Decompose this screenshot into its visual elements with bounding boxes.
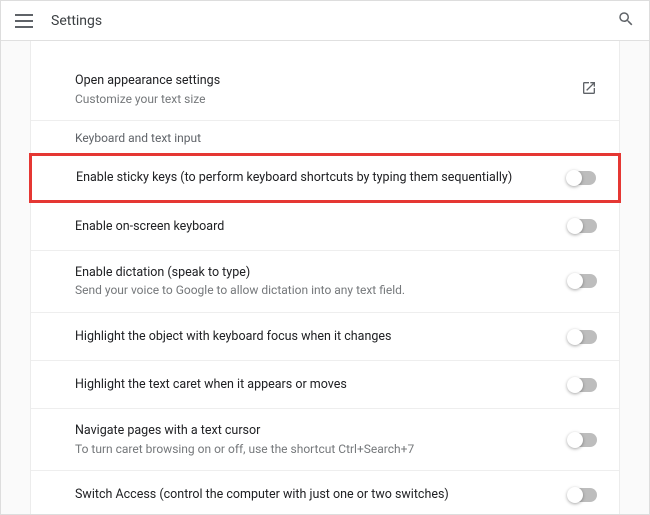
row-title: Enable sticky keys (to perform keyboard … <box>76 169 552 187</box>
open-appearance-settings-row[interactable]: Open appearance settings Customize your … <box>31 59 619 121</box>
switch-access-row[interactable]: Switch Access (control the computer with… <box>31 471 619 514</box>
row-title: Open appearance settings <box>75 72 565 90</box>
row-title: Highlight the text caret when it appears… <box>75 376 553 394</box>
row-title: Highlight the object with keyboard focus… <box>75 328 553 346</box>
row-desc: Customize your text size <box>75 91 565 108</box>
highlight-caret-row[interactable]: Highlight the text caret when it appears… <box>31 361 619 409</box>
external-link-icon[interactable] <box>581 80 597 100</box>
switch-access-toggle[interactable] <box>569 488 597 502</box>
content-area: Open appearance settings Customize your … <box>1 41 649 514</box>
row-title: Switch Access (control the computer with… <box>75 486 553 504</box>
caret-browsing-row[interactable]: Navigate pages with a text cursor To tur… <box>31 409 619 471</box>
highlight-focus-row[interactable]: Highlight the object with keyboard focus… <box>31 313 619 361</box>
row-desc: Send your voice to Google to allow dicta… <box>75 282 553 299</box>
sticky-keys-row[interactable]: Enable sticky keys (to perform keyboard … <box>29 153 621 203</box>
menu-icon[interactable] <box>15 14 33 28</box>
topbar: Settings <box>1 1 649 41</box>
row-title: Navigate pages with a text cursor <box>75 422 553 440</box>
sticky-keys-toggle[interactable] <box>568 171 596 185</box>
highlight-caret-toggle[interactable] <box>569 378 597 392</box>
page-title: Settings <box>51 13 102 29</box>
row-desc: To turn caret browsing on or off, use th… <box>75 441 553 458</box>
dictation-row[interactable]: Enable dictation (speak to type) Send yo… <box>31 251 619 313</box>
onscreen-keyboard-toggle[interactable] <box>569 219 597 233</box>
section-header-keyboard: Keyboard and text input <box>31 121 619 153</box>
row-title: Enable on-screen keyboard <box>75 218 553 236</box>
highlight-focus-toggle[interactable] <box>569 330 597 344</box>
dictation-toggle[interactable] <box>569 274 597 288</box>
onscreen-keyboard-row[interactable]: Enable on-screen keyboard <box>31 203 619 251</box>
search-icon[interactable] <box>617 10 635 32</box>
caret-browsing-toggle[interactable] <box>569 433 597 447</box>
settings-panel: Open appearance settings Customize your … <box>30 41 620 514</box>
row-title: Enable dictation (speak to type) <box>75 264 553 282</box>
